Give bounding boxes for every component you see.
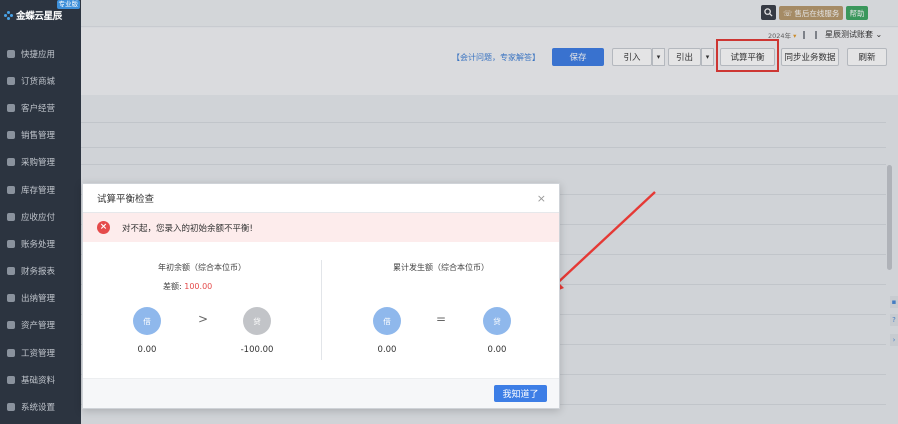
sidebar-item-settings[interactable]: 系统设置 xyxy=(0,393,81,420)
grid-line xyxy=(81,122,886,123)
error-alert: × 对不起，您录入的初始余额不平衡! xyxy=(83,213,559,242)
shop-icon xyxy=(6,76,16,86)
topbar: ☏ 售后在线服务 帮助 xyxy=(81,0,898,27)
sidebar-item-inventory[interactable]: 库存管理 xyxy=(0,176,81,203)
sidebar-item-customer[interactable]: 客户经营 xyxy=(0,94,81,121)
online-service-button[interactable]: ☏ 售后在线服务 xyxy=(779,6,844,20)
trial-balance-dialog: 试算平衡检查 × × 对不起，您录入的初始余额不平衡! 年初余额（综合本位币） … xyxy=(82,183,560,409)
sync-business-data-button[interactable]: 同步业务数据 xyxy=(781,48,839,66)
logo-icon xyxy=(4,10,13,20)
sidebar-item-asset[interactable]: 资产管理 xyxy=(0,312,81,339)
headset-icon: ☏ xyxy=(783,8,793,18)
sidebar-item-cashier[interactable]: 出纳管理 xyxy=(0,285,81,312)
opening-balance-panel: 年初余额（综合本位币） 差额: 100.00 借 > 贷 0.00 -100.0… xyxy=(83,254,321,368)
credit-badge: 贷 xyxy=(483,307,511,335)
search-button[interactable] xyxy=(761,5,776,20)
import-button[interactable]: 引入 xyxy=(612,48,652,66)
cashier-icon xyxy=(6,293,16,303)
grid-icon xyxy=(6,49,16,59)
debit-amount: 0.00 xyxy=(137,345,157,355)
dialog-header: 试算平衡检查 × xyxy=(83,184,559,213)
receivable-icon xyxy=(6,212,16,222)
credit-badge: 贷 xyxy=(243,307,271,335)
question-icon[interactable]: ? xyxy=(890,314,898,326)
difference-value: 100.00 xyxy=(184,282,213,291)
sidebar-item-quick-apps[interactable]: 快捷应用 xyxy=(0,40,81,67)
help-button[interactable]: 帮助 xyxy=(846,6,868,20)
base-data-icon xyxy=(6,375,16,385)
gear-icon xyxy=(6,402,16,412)
sidebar-item-ledger[interactable]: 账务处理 xyxy=(0,230,81,257)
error-icon: × xyxy=(97,221,110,234)
import-dropdown[interactable]: ▾ xyxy=(652,48,665,66)
sidebar-item-base-data[interactable]: 基础资料 xyxy=(0,366,81,393)
grid-line xyxy=(81,164,886,165)
asset-icon xyxy=(6,320,16,330)
save-button[interactable]: 保存 xyxy=(552,48,604,66)
account-set-selector[interactable]: 星辰测试账套 ⌄ xyxy=(825,29,882,40)
debit-badge: 借 xyxy=(373,307,401,335)
logo[interactable]: 金蝶云星辰 专业版 xyxy=(0,0,81,30)
chevron-right-icon[interactable]: › xyxy=(890,334,898,346)
edition-badge: 专业版 xyxy=(56,0,80,9)
accumulated-amount-panel: 累计发生额（综合本位币） 借 = 贷 0.00 0.00 xyxy=(322,254,560,368)
comparison-operator: > xyxy=(198,312,209,326)
debit-amount: 0.00 xyxy=(377,345,397,355)
caret-icon: ▾ xyxy=(793,32,797,40)
separator xyxy=(815,31,817,39)
panel-title: 累计发生额（综合本位币） xyxy=(393,263,489,272)
alert-message: 对不起，您录入的初始余额不平衡! xyxy=(122,223,253,234)
chat-icon[interactable]: ▪ xyxy=(890,296,898,308)
credit-amount: 0.00 xyxy=(487,345,507,355)
sidebar-item-sales[interactable]: 销售管理 xyxy=(0,122,81,149)
expert-qa-link[interactable]: 【会计问题，专家解答】 xyxy=(452,52,540,63)
dialog-title: 试算平衡检查 xyxy=(97,194,155,205)
close-icon[interactable]: × xyxy=(537,192,546,205)
refresh-button[interactable]: 刷新 xyxy=(847,48,887,66)
chevron-down-icon: ▾ xyxy=(656,53,661,61)
sidebar-nav: 快捷应用 订货商城 客户经营 销售管理 采购管理 库存管理 应收应付 账务处理 … xyxy=(0,40,81,421)
sidebar-item-report[interactable]: 财务报表 xyxy=(0,258,81,285)
salary-icon xyxy=(6,348,16,358)
inventory-icon xyxy=(6,185,16,195)
grid-line xyxy=(81,147,886,148)
sales-icon xyxy=(6,130,16,140)
customer-icon xyxy=(6,103,16,113)
export-dropdown[interactable]: ▾ xyxy=(701,48,714,66)
got-it-button[interactable]: 我知道了 xyxy=(494,385,547,402)
sidebar-item-receivable[interactable]: 应收应付 xyxy=(0,203,81,230)
debit-badge: 借 xyxy=(133,307,161,335)
credit-amount: -100.00 xyxy=(240,345,274,355)
chevron-down-icon: ⌄ xyxy=(875,30,883,39)
separator xyxy=(803,31,805,39)
comparison-operator: = xyxy=(436,312,447,326)
sidebar: 金蝶云星辰 专业版 快捷应用 订货商城 客户经营 销售管理 采购管理 库存管理 … xyxy=(0,0,81,424)
export-button[interactable]: 引出 xyxy=(668,48,701,66)
ledger-icon xyxy=(6,239,16,249)
panel-title: 年初余额（综合本位币） xyxy=(158,263,246,272)
chevron-down-icon: ▾ xyxy=(705,53,710,61)
toolbar-area: 2024年 ▾ 星辰测试账套 ⌄ 【会计问题，专家解答】 保存 引入 ▾ 引出 … xyxy=(81,28,898,95)
dialog-footer: 我知道了 xyxy=(83,378,559,408)
sidebar-item-salary[interactable]: 工资管理 xyxy=(0,339,81,366)
difference-row: 差额: 100.00 xyxy=(163,282,213,291)
search-icon xyxy=(764,8,773,17)
vertical-scrollbar[interactable] xyxy=(887,165,892,270)
purchase-icon xyxy=(6,157,16,167)
report-icon xyxy=(6,266,16,276)
highlight-box xyxy=(716,39,779,72)
logo-text: 金蝶云星辰 xyxy=(16,11,63,22)
sidebar-item-order-mall[interactable]: 订货商城 xyxy=(0,67,81,94)
sidebar-item-purchase[interactable]: 采购管理 xyxy=(0,149,81,176)
